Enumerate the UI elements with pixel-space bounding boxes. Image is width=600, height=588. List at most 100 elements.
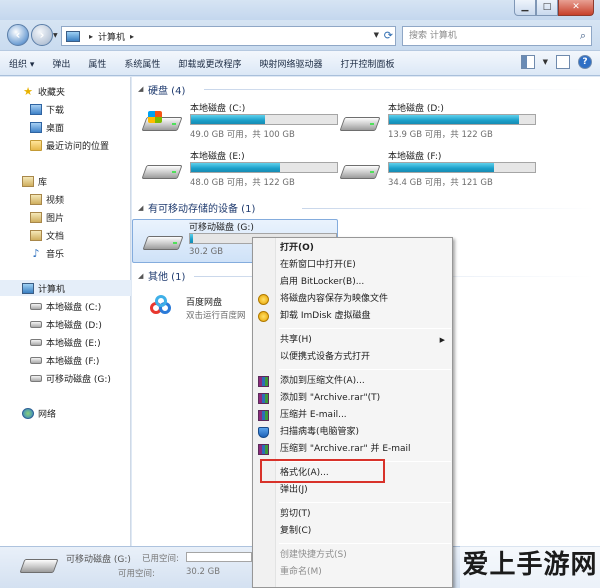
map-network-drive-button[interactable]: 映射网络驱动器 xyxy=(250,57,331,70)
downloads-folder-icon xyxy=(30,103,42,115)
menu-item-compress-email[interactable]: 压缩并 E-mail... xyxy=(254,407,451,424)
menu-label: 将磁盘内容保存为映像文件 xyxy=(280,294,389,304)
nav-favorites[interactable]: ★ 收藏夹 xyxy=(0,83,131,99)
menu-label: 扫描病毒(电脑管家) xyxy=(280,427,360,437)
nav-label: 音乐 xyxy=(46,249,65,260)
menu-item-cut[interactable]: 剪切(T) xyxy=(254,506,451,523)
winrar-icon xyxy=(258,444,269,455)
nav-drive-c[interactable]: 本地磁盘 (C:) xyxy=(0,298,131,314)
nav-recent-places[interactable]: 最近访问的位置 xyxy=(0,137,131,153)
group-header-other[interactable]: 其他 (1) xyxy=(148,268,185,283)
nav-drive-g[interactable]: 可移动磁盘 (G:) xyxy=(0,370,131,386)
details-free-label: 可用空间: xyxy=(118,569,155,579)
drive-tile-f[interactable]: 本地磁盘 (F:) 34.4 GB 可用，共 121 GB xyxy=(339,149,542,193)
nav-music[interactable]: ♪ 音乐 xyxy=(0,245,131,261)
refresh-icon[interactable]: ⟳ xyxy=(384,29,393,42)
breadcrumb-arrow[interactable]: ▸ xyxy=(130,32,134,41)
nav-desktop[interactable]: 桌面 xyxy=(0,119,131,135)
preview-pane-icon[interactable] xyxy=(556,55,570,69)
address-dropdown-icon[interactable]: ▼ xyxy=(374,31,379,39)
root-arrow[interactable]: ▸ xyxy=(89,32,93,41)
collapse-arrow-icon[interactable]: ◢ xyxy=(138,204,143,212)
menu-item-copy[interactable]: 复制(C) xyxy=(254,523,451,540)
menu-item-scan-virus[interactable]: 扫描病毒(电脑管家) xyxy=(254,424,451,441)
recent-pages-dropdown[interactable]: ▼ xyxy=(53,32,58,39)
nav-libraries[interactable]: 库 xyxy=(0,173,131,189)
drive-space-info: 30.2 GB xyxy=(189,247,224,257)
nav-label: 桌面 xyxy=(46,123,65,134)
maximize-button[interactable]: □ xyxy=(536,0,558,16)
menu-item-open-new-window[interactable]: 在新窗口中打开(E) xyxy=(254,257,451,274)
nav-label: 下载 xyxy=(46,105,65,116)
search-input[interactable]: 搜索 计算机 ⌕ xyxy=(402,26,592,46)
menu-item-add-to-rar[interactable]: 添加到 "Archive.rar"(T) xyxy=(254,390,451,407)
close-button[interactable]: ✕ xyxy=(558,0,594,16)
nav-drive-f[interactable]: 本地磁盘 (F:) xyxy=(0,352,131,368)
system-drive-icon xyxy=(141,111,183,133)
menu-item-compress-rar-email[interactable]: 压缩到 "Archive.rar" 并 E-mail xyxy=(254,441,451,458)
nav-drive-d[interactable]: 本地磁盘 (D:) xyxy=(0,316,131,332)
nav-label: 网络 xyxy=(38,409,57,420)
menu-item-create-shortcut[interactable]: 创建快捷方式(S) xyxy=(254,547,451,564)
nav-pictures[interactable]: 图片 xyxy=(0,209,131,225)
menu-separator xyxy=(279,502,451,503)
menu-item-eject[interactable]: 弹出(J) xyxy=(254,482,451,499)
collapse-arrow-icon[interactable]: ◢ xyxy=(138,272,143,280)
drive-usage-bar xyxy=(190,162,338,173)
nav-downloads[interactable]: 下载 xyxy=(0,101,131,117)
nav-documents[interactable]: 文档 xyxy=(0,227,131,243)
group-header-removable[interactable]: 有可移动存储的设备 (1) xyxy=(148,200,255,215)
forward-button[interactable]: › xyxy=(31,24,53,46)
minimize-button[interactable]: ▁ xyxy=(514,0,536,16)
group-divider xyxy=(204,89,594,90)
address-row: ‹ › ▼ ▸ 计算机 ▸ ▼ ⟳ 搜索 计算机 ⌕ xyxy=(0,20,600,50)
nav-drive-e[interactable]: 本地磁盘 (E:) xyxy=(0,334,131,350)
menu-item-rename[interactable]: 重命名(M) xyxy=(254,564,451,581)
menu-item-bitlocker[interactable]: 启用 BitLocker(B)... xyxy=(254,274,451,291)
winrar-icon xyxy=(258,393,269,404)
eject-button[interactable]: 弹出 xyxy=(43,57,79,70)
address-bar[interactable]: ▸ 计算机 ▸ ▼ ⟳ xyxy=(61,26,396,46)
removable-drive-icon xyxy=(19,559,59,573)
nav-label: 本地磁盘 (F:) xyxy=(46,356,100,367)
nav-videos[interactable]: 视频 xyxy=(0,191,131,207)
nav-label: 本地磁盘 (C:) xyxy=(46,302,102,313)
menu-item-open-portable[interactable]: 以便携式设备方式打开 xyxy=(254,349,451,366)
menu-item-open[interactable]: 打开(O) xyxy=(254,240,451,257)
nav-label: 计算机 xyxy=(38,284,66,295)
drive-space-info: 13.9 GB 可用，共 122 GB xyxy=(388,130,493,140)
imdisk-icon xyxy=(258,294,269,305)
drive-usage-bar xyxy=(388,114,536,125)
nav-label: 视频 xyxy=(46,195,65,206)
drive-tile-e[interactable]: 本地磁盘 (E:) 48.0 GB 可用，共 122 GB xyxy=(141,149,344,193)
drive-tile-d[interactable]: 本地磁盘 (D:) 13.9 GB 可用，共 122 GB xyxy=(339,101,542,145)
help-icon[interactable]: ? xyxy=(578,55,592,69)
group-divider xyxy=(302,208,594,209)
system-properties-button[interactable]: 系统属性 xyxy=(115,57,169,70)
menu-item-add-to-archive[interactable]: 添加到压缩文件(A)... xyxy=(254,373,451,390)
collapse-arrow-icon[interactable]: ◢ xyxy=(138,85,143,93)
removable-drive-icon xyxy=(30,374,42,382)
menu-item-save-image[interactable]: 将磁盘内容保存为映像文件 xyxy=(254,291,451,308)
back-button[interactable]: ‹ xyxy=(7,24,29,46)
organize-button[interactable]: 组织 ▾ xyxy=(0,57,43,70)
nav-computer[interactable]: 计算机 xyxy=(0,280,131,296)
breadcrumb-computer[interactable]: 计算机 xyxy=(98,30,125,43)
group-header-hdd[interactable]: 硬盘 (4) xyxy=(148,82,185,97)
document-library-icon xyxy=(30,229,42,241)
open-control-panel-button[interactable]: 打开控制面板 xyxy=(331,57,403,70)
menu-separator xyxy=(279,543,451,544)
properties-button[interactable]: 属性 xyxy=(79,57,115,70)
drive-space-info: 48.0 GB 可用，共 122 GB xyxy=(190,178,295,188)
change-view-icon[interactable] xyxy=(520,55,535,69)
search-icon[interactable]: ⌕ xyxy=(580,27,586,45)
window-controls: ▁ □ ✕ xyxy=(514,0,594,16)
drive-icon xyxy=(339,111,381,133)
menu-item-share[interactable]: 共享(H) ▶ xyxy=(254,332,451,349)
view-dropdown-icon[interactable]: ▼ xyxy=(543,58,548,66)
menu-item-unmount-imdisk[interactable]: 卸载 ImDisk 虚拟磁盘 xyxy=(254,308,451,325)
drive-icon xyxy=(30,320,42,328)
drive-tile-c[interactable]: 本地磁盘 (C:) 49.0 GB 可用，共 100 GB xyxy=(141,101,344,145)
uninstall-program-button[interactable]: 卸载或更改程序 xyxy=(169,57,250,70)
nav-network[interactable]: 网络 xyxy=(0,405,131,421)
